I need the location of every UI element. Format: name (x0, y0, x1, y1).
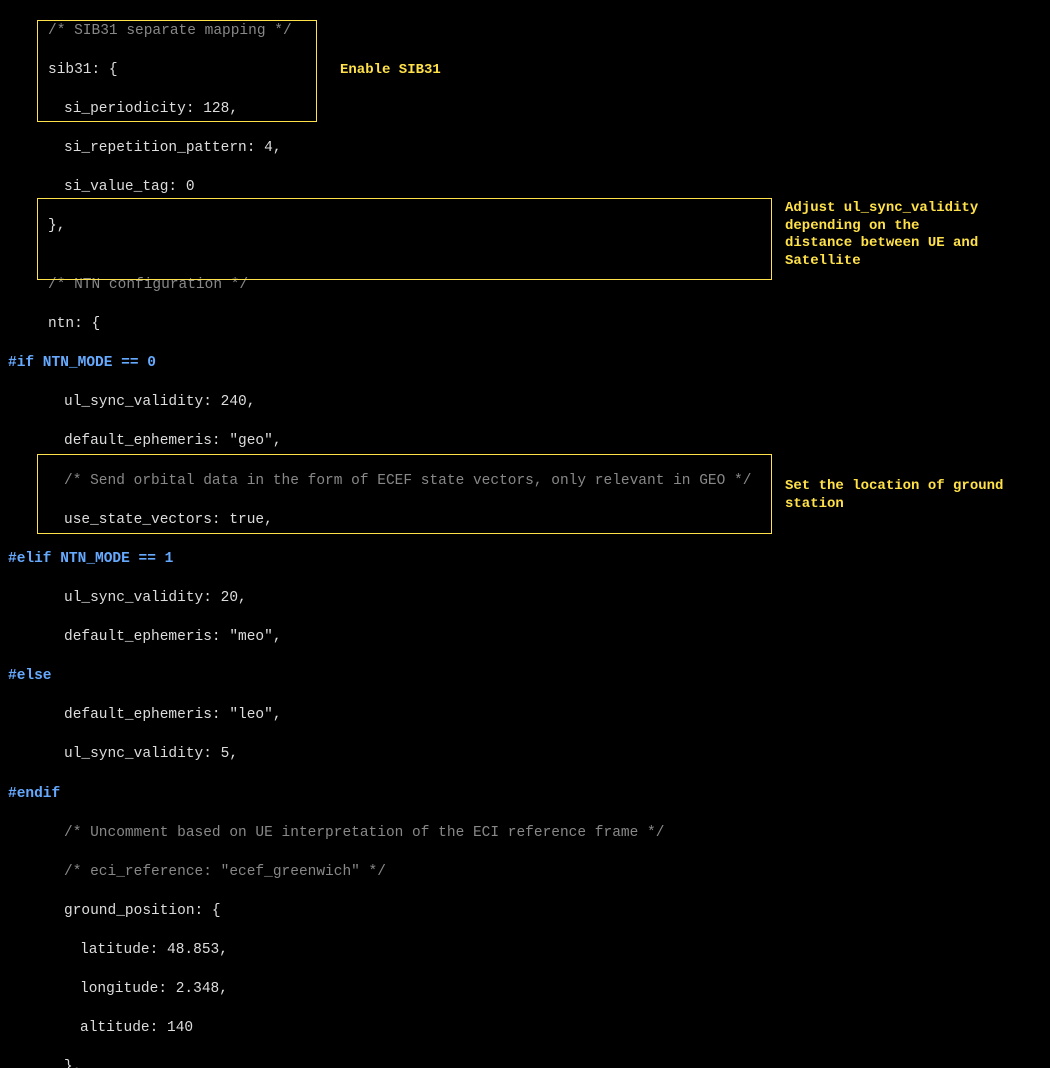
code-line: /* SIB31 separate mapping */ (0, 22, 1050, 42)
code-line: si_periodicity: 128, (0, 100, 1050, 120)
code-line: si_value_tag: 0 (0, 178, 1050, 198)
annotation-adjust-ul-sync: Adjust ul_sync_validity depending on the… (785, 200, 1035, 270)
code-line: }, (0, 1058, 1050, 1068)
code-line: altitude: 140 (0, 1019, 1050, 1039)
code-line-preproc: #elif NTN_MODE == 1 (0, 550, 1050, 570)
annotation-ground-station: Set the location of ground station (785, 478, 1035, 513)
code-line-preproc: #endif (0, 785, 1050, 805)
code-line: latitude: 48.853, (0, 941, 1050, 961)
code-line: /* NTN configuration */ (0, 276, 1050, 296)
code-line: si_repetition_pattern: 4, (0, 139, 1050, 159)
code-block: /* SIB31 separate mapping */ sib31: { si… (0, 2, 1050, 1068)
code-line-preproc: #if NTN_MODE == 0 (0, 354, 1050, 374)
code-line: ul_sync_validity: 20, (0, 589, 1050, 609)
code-line: use_state_vectors: true, (0, 511, 1050, 531)
code-line: default_ephemeris: "meo", (0, 628, 1050, 648)
code-line: /* Uncomment based on UE interpretation … (0, 824, 1050, 844)
code-line: sib31: { (0, 61, 1050, 81)
code-line-preproc: #else (0, 667, 1050, 687)
code-line: default_ephemeris: "leo", (0, 706, 1050, 726)
code-line: ul_sync_validity: 5, (0, 745, 1050, 765)
code-line: /* eci_reference: "ecef_greenwich" */ (0, 863, 1050, 883)
code-line: longitude: 2.348, (0, 980, 1050, 1000)
annotation-enable-sib31: Enable SIB31 (340, 62, 441, 80)
code-line: default_ephemeris: "geo", (0, 432, 1050, 452)
code-line: ul_sync_validity: 240, (0, 393, 1050, 413)
code-line: ntn: { (0, 315, 1050, 335)
code-line: ground_position: { (0, 902, 1050, 922)
